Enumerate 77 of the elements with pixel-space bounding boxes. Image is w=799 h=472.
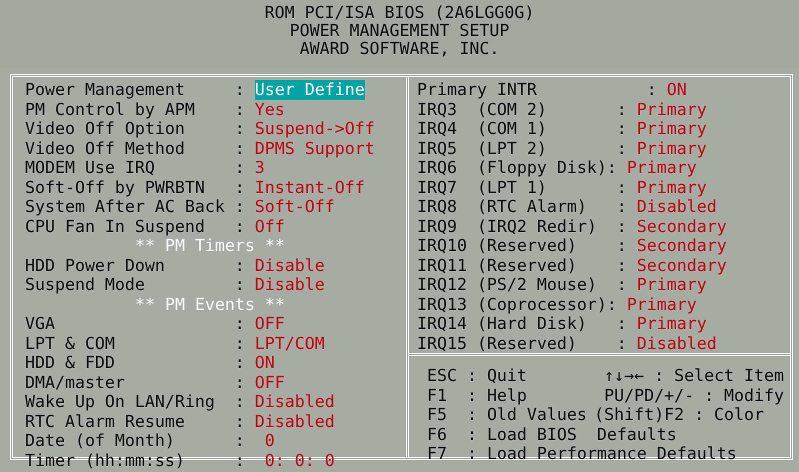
setting-value[interactable]: Instant-Off [254, 178, 365, 197]
setting-label: HDD Power Down : [25, 256, 245, 275]
setting-label: Power Management : [25, 80, 245, 100]
setting-label: Video Off Method : [25, 138, 245, 158]
setting-value[interactable]: Disabled [254, 412, 335, 431]
setting-value[interactable]: Soft-Off [254, 197, 335, 216]
setting-label: IRQ3 (COM 2) : [417, 100, 627, 119]
setting-value[interactable]: Disable [254, 256, 325, 275]
setting-label: HDD & FDD : [25, 353, 245, 372]
setting-value[interactable]: Disabled [254, 392, 335, 412]
setting-value[interactable]: ON [254, 353, 275, 372]
setting-value[interactable]: ON [666, 80, 687, 100]
setting-value[interactable]: Suspend->Off [254, 119, 375, 138]
setting-label: MODEM Use IRQ : [25, 158, 245, 178]
header-title: AWARD SOFTWARE, INC. [300, 40, 500, 58]
help-text: F1 : Help [427, 386, 527, 405]
setting-label: Timer (hh:mm:ss) : [25, 450, 245, 470]
setting-value[interactable]: User Define [254, 80, 365, 100]
setting-label: IRQ8 (RTC Alarm) : [417, 197, 627, 216]
setting-value[interactable]: Secondary [636, 216, 727, 236]
setting-label: IRQ12 (PS/2 Mouse) : [417, 275, 627, 294]
setting-label: RTC Alarm Resume : [25, 412, 245, 431]
setting-label: Wake Up On LAN/Ring : [25, 392, 245, 412]
setting-value[interactable]: 0: 0: 0 [254, 450, 335, 470]
section-heading: ** PM Events ** [135, 294, 285, 314]
header-title: POWER MANAGEMENT SETUP [290, 22, 510, 40]
setting-label: PM Control by APM : [25, 100, 245, 119]
setting-label: Soft-Off by PWRBTN : [25, 178, 245, 197]
setting-label: IRQ14 (Hard Disk) : [417, 314, 627, 334]
help-text: ↑↓→← : Select Item [604, 366, 784, 386]
setting-label: CPU Fan In Suspend : [25, 216, 245, 236]
setting-label: System After AC Back : [25, 197, 245, 216]
setting-label: IRQ9 (IRQ2 Redir) : [417, 216, 627, 236]
setting-label: IRQ7 (LPT 1) : [417, 178, 627, 197]
setting-label: Suspend Mode : [25, 275, 245, 294]
setting-label: VGA : [25, 314, 245, 334]
setting-value[interactable]: Primary [636, 138, 707, 158]
setting-value[interactable]: Disabled [636, 197, 717, 216]
help-text: (Shift)F2 : Color [594, 405, 766, 424]
setting-label: IRQ11 (Reserved) : [417, 256, 627, 275]
help-text: F7 : Load Performance Defaults [427, 444, 737, 464]
setting-label: IRQ10 (Reserved) : [417, 236, 627, 256]
help-text: ESC : Quit [427, 366, 527, 386]
setting-label: Date (of Month) : [25, 431, 245, 450]
setting-value[interactable]: Off [254, 216, 285, 236]
setting-value[interactable]: OFF [254, 314, 285, 334]
setting-value[interactable]: 3 [254, 158, 265, 178]
setting-value[interactable]: Primary [636, 314, 707, 334]
setting-label: DMA/master : [25, 372, 245, 392]
header-title: ROM PCI/ISA BIOS (2A6LGG0G) [264, 4, 534, 22]
setting-label: IRQ6 (Floppy Disk): [417, 158, 617, 178]
setting-value[interactable]: Primary [626, 294, 697, 314]
setting-value[interactable]: 0 [254, 431, 275, 450]
setting-value[interactable]: Primary [636, 275, 707, 294]
setting-value[interactable]: OFF [254, 372, 285, 392]
setting-label: IRQ5 (LPT 2) : [417, 138, 627, 158]
setting-value[interactable]: Secondary [636, 236, 727, 256]
setting-value[interactable]: Disabled [636, 334, 717, 353]
help-text: F5 : Old Values [427, 405, 587, 424]
setting-value[interactable]: Primary [636, 100, 707, 119]
setting-value[interactable]: Yes [254, 100, 285, 119]
setting-label: Primary INTR : [417, 80, 657, 100]
setting-value[interactable]: Primary [636, 119, 707, 138]
help-text: F6 : Load BIOS Defaults [427, 424, 677, 444]
section-heading: ** PM Timers ** [135, 236, 285, 256]
setting-label: IRQ13 (Coprocessor): [417, 294, 617, 314]
setting-value[interactable]: Disable [254, 275, 325, 294]
help-text: PU/PD/+/- : Modify [604, 386, 784, 405]
setting-value[interactable]: LPT/COM [254, 334, 325, 353]
setting-value[interactable]: Primary [636, 178, 707, 197]
setting-label: Video Off Option : [25, 119, 245, 138]
setting-label: IRQ4 (COM 1) : [417, 119, 627, 138]
setting-label: LPT & COM : [25, 334, 245, 353]
setting-value[interactable]: DPMS Support [254, 138, 375, 158]
setting-label: IRQ15 (Reserved) : [417, 334, 627, 353]
setting-value[interactable]: Primary [626, 158, 697, 178]
setting-value[interactable]: Secondary [636, 256, 727, 275]
